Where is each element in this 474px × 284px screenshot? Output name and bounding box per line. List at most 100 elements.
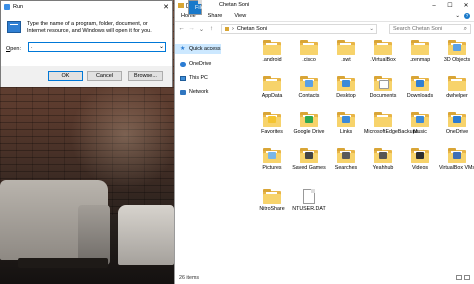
run-description: Type the name of a program, folder, docu… — [27, 21, 152, 34]
ribbon-right-controls: ⌄ ? — [455, 11, 474, 21]
expand-ribbon-icon[interactable]: ⌄ — [455, 13, 460, 19]
folder-item[interactable]: Desktop — [327, 76, 365, 116]
window-controls: – ☐ ✕ — [426, 0, 474, 11]
folder-item[interactable]: dwhelper — [438, 76, 474, 116]
folder-item[interactable]: Links — [327, 112, 365, 152]
item-label: Contacts — [298, 93, 320, 99]
folder-icon — [448, 148, 466, 163]
search-placeholder: Search Chetan Soni — [393, 26, 443, 32]
folder-item[interactable]: .swt — [327, 40, 365, 80]
address-bar[interactable]: › Chetan Soni ⌄ — [221, 24, 377, 34]
close-icon[interactable]: ✕ — [458, 0, 474, 11]
item-label: Pictures — [262, 165, 282, 171]
item-label: .zenmap — [409, 57, 431, 63]
minimize-icon[interactable]: – — [426, 0, 442, 11]
folder-item[interactable]: Documents — [364, 76, 402, 116]
item-count: 26 items — [179, 275, 200, 281]
folder-icon — [411, 40, 429, 55]
folder-icon[interactable] — [178, 3, 184, 8]
file-item[interactable]: NTUSER.DAT — [290, 189, 328, 229]
item-label: Searches — [334, 165, 358, 171]
folder-item[interactable]: Favorites — [253, 112, 291, 152]
chevron-down-icon[interactable]: ⌄ — [369, 26, 376, 32]
run-program-icon — [7, 21, 21, 33]
view-buttons — [456, 275, 470, 280]
item-label: VirtualBox VMs — [438, 165, 474, 171]
folder-item[interactable]: Pictures — [253, 148, 291, 188]
large-icons-view-icon[interactable] — [464, 275, 470, 280]
folder-icon — [263, 40, 281, 55]
folder-icon — [337, 40, 355, 55]
folder-badge-icon — [453, 44, 461, 51]
nav-item-quick-access[interactable]: ★ Quick access — [175, 44, 221, 54]
run-titlebar[interactable]: Run ✕ — [1, 1, 172, 12]
ribbon-tabs: File Home Share View ⌄ ? — [175, 0, 474, 22]
folder-item[interactable]: .zenmap — [401, 40, 439, 80]
search-icon: ⌕ — [463, 26, 467, 32]
folder-item[interactable]: Videos — [401, 148, 439, 188]
chevron-down-icon[interactable]: ⌄ — [159, 43, 164, 51]
item-label: Yeahhub — [372, 165, 394, 171]
folder-icon — [374, 112, 392, 127]
item-label: Documents — [369, 93, 397, 99]
folder-icon — [225, 27, 229, 31]
forward-icon[interactable]: → — [188, 25, 195, 32]
folder-item[interactable]: NitroShare — [253, 189, 291, 229]
details-view-icon[interactable] — [456, 275, 462, 280]
browse-button[interactable]: Browse... — [128, 71, 163, 81]
search-input[interactable]: Search Chetan Soni ⌕ — [389, 24, 471, 34]
ok-button[interactable]: OK — [48, 71, 83, 81]
folder-icon — [374, 148, 392, 163]
folder-item[interactable]: OneDrive — [438, 112, 474, 152]
folder-badge-icon — [379, 152, 387, 159]
item-label: Videos — [411, 165, 429, 171]
sofa-arm — [78, 205, 110, 265]
help-icon[interactable]: ? — [464, 13, 470, 19]
breadcrumb[interactable]: Chetan Soni — [237, 26, 267, 32]
item-label: MicrosoftEdgeBackups — [364, 129, 419, 135]
folder-badge-icon — [305, 116, 313, 123]
tab-view[interactable]: View — [228, 11, 252, 21]
folder-item[interactable]: AppData — [253, 76, 291, 116]
item-label: Google Drive — [293, 129, 325, 135]
folder-item[interactable]: Searches — [327, 148, 365, 188]
file-explorer-window: Chetan Soni – ☐ ✕ File Home Share View ⌄… — [174, 0, 474, 284]
folder-icon — [263, 189, 281, 204]
folder-item[interactable]: MicrosoftEdgeBackups — [364, 112, 419, 152]
folder-item[interactable]: .VirtualBox — [364, 40, 402, 80]
item-label: NitroShare — [259, 206, 285, 212]
open-input[interactable]: . ⌄ — [28, 42, 166, 52]
maximize-icon[interactable]: ☐ — [442, 0, 458, 11]
tab-share[interactable]: Share — [202, 11, 229, 21]
up-icon[interactable]: ↑ — [208, 25, 215, 32]
explorer-titlebar[interactable]: Chetan Soni – ☐ ✕ — [175, 0, 474, 11]
nav-item-this-pc[interactable]: This PC — [175, 73, 221, 83]
folder-badge-icon — [453, 152, 461, 159]
folder-item[interactable]: Music — [401, 112, 439, 152]
folder-item[interactable]: Saved Games — [290, 148, 328, 188]
recent-locations-icon[interactable]: ⌄ — [198, 25, 205, 33]
close-icon[interactable]: ✕ — [160, 1, 172, 12]
folder-icon — [448, 40, 466, 55]
nav-item-network[interactable]: Network — [175, 87, 221, 97]
wall-light — [70, 80, 174, 190]
item-label: .swt — [341, 57, 351, 63]
tab-file[interactable]: File — [188, 0, 204, 15]
folder-badge-icon — [342, 80, 350, 87]
folder-icon — [263, 148, 281, 163]
folder-icon — [411, 112, 429, 127]
computer-icon — [180, 75, 186, 81]
folder-item[interactable]: .android — [253, 40, 291, 80]
folder-item[interactable]: VirtualBox VMs — [438, 148, 474, 188]
folder-badge-icon — [342, 152, 350, 159]
folder-item[interactable]: .cisco — [290, 40, 328, 80]
nav-item-onedrive[interactable]: OneDrive — [175, 59, 221, 69]
item-label: AppData — [261, 93, 283, 99]
folder-item[interactable]: Google Drive — [290, 112, 328, 152]
cancel-button[interactable]: Cancel — [87, 71, 122, 81]
folder-item[interactable]: Yeahhub — [364, 148, 402, 188]
folder-item[interactable]: Downloads — [401, 76, 439, 116]
back-icon[interactable]: ← — [178, 25, 185, 32]
folder-item[interactable]: 3D Objects — [438, 40, 474, 80]
folder-item[interactable]: Contacts — [290, 76, 328, 116]
